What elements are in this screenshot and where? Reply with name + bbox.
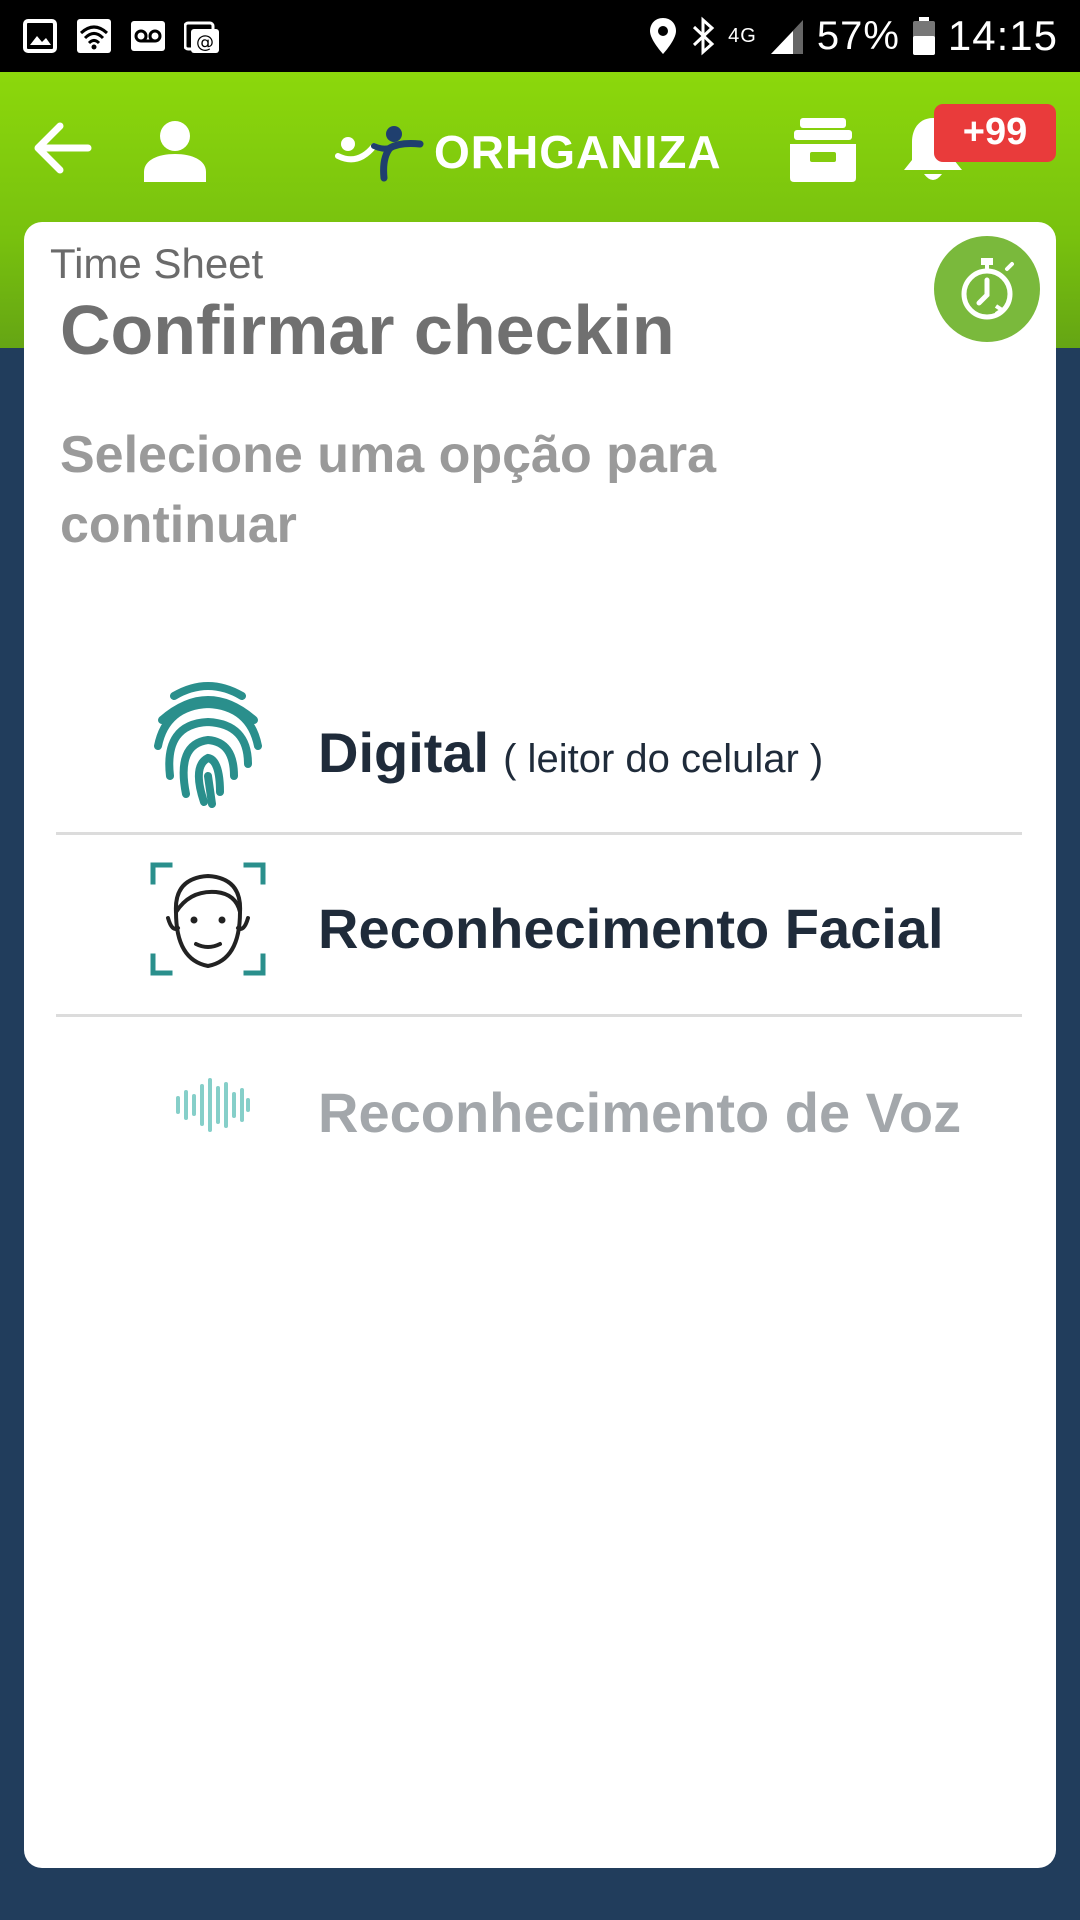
location-icon (650, 18, 677, 54)
divider (56, 1014, 1022, 1017)
option-facial-label: Reconhecimento Facial (318, 897, 944, 960)
signal-icon (770, 20, 803, 54)
battery-icon (912, 17, 935, 55)
option-digital-label: Digital ( leitor do celular ) (318, 720, 823, 785)
network-type: 4G (728, 25, 757, 47)
logo-figure-icon (335, 126, 424, 182)
status-left: @ (22, 18, 220, 54)
instructions-text: Selecione uma opção para continuar (60, 426, 717, 554)
back-arrow-icon[interactable] (30, 118, 94, 178)
option-digital[interactable]: Digital ( leitor do celular ) (56, 660, 1022, 830)
option-digital-title: Digital (318, 721, 490, 784)
image-icon (23, 19, 57, 53)
logo-text: ORHGANIZA (434, 126, 722, 178)
timer-button[interactable] (934, 236, 1040, 342)
battery-percent: 57% (816, 13, 900, 58)
option-digital-sublabel: ( leitor do celular ) (503, 737, 824, 781)
clock: 14:15 (947, 12, 1058, 59)
option-facial[interactable]: Reconhecimento Facial (56, 836, 1022, 1006)
stopwatch-icon (961, 258, 1014, 320)
wifi-icon (77, 19, 111, 53)
notification-badge[interactable]: +99 (934, 104, 1056, 162)
face-recognition-icon (150, 862, 266, 976)
inbox-icon[interactable] (788, 116, 858, 184)
option-voice[interactable]: Reconhecimento de Voz (56, 1018, 1022, 1188)
breadcrumb[interactable]: Time Sheet (50, 240, 263, 288)
content-card: Time Sheet Confirmar checkin Selecione u… (24, 222, 1056, 1868)
status-bar: @ 4G 57% 14:15 (0, 0, 1080, 72)
page-title: Confirmar checkin (60, 291, 675, 369)
user-icon[interactable] (140, 118, 210, 184)
bluetooth-icon (693, 16, 715, 56)
voice-wave-icon (176, 1078, 250, 1132)
voicemail-icon (131, 21, 165, 51)
status-right: 4G 57% 14:15 (648, 0, 1058, 72)
email-icon: @ (184, 21, 219, 53)
app-logo: ORHGANIZA (334, 122, 722, 182)
option-voice-label: Reconhecimento de Voz (318, 1081, 962, 1144)
fingerprint-icon (154, 682, 262, 808)
svg-text:@: @ (196, 32, 214, 53)
divider (56, 832, 1022, 835)
